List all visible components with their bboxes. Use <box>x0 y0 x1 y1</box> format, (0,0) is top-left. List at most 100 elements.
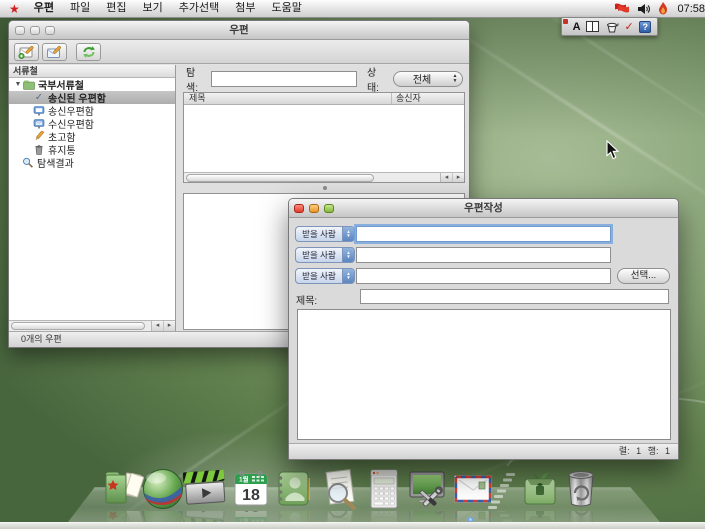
bucket-icon[interactable] <box>605 21 619 33</box>
recipient-type-dropdown[interactable]: 받을 사람 ▲▼ <box>295 247 355 263</box>
sidebar-horizontal-scrollbar[interactable]: ◂ ▸ <box>9 320 175 331</box>
menu-view[interactable]: 보기 <box>135 0 171 17</box>
folders-header: 서류철 <box>9 65 175 78</box>
status-filter-select[interactable]: 전체 ▲▼ <box>393 71 463 87</box>
folder-sidebar: 서류철 ▼ 국부서류철 ✓ 송신된 우편함 송신우편함 <box>9 65 176 331</box>
disclosure-triangle-icon[interactable]: ▼ <box>13 81 23 88</box>
recipient-input-2[interactable] <box>356 247 611 263</box>
scroll-left-arrow[interactable]: ◂ <box>441 173 452 182</box>
menu-attach[interactable]: 첨부 <box>227 0 263 17</box>
dropdown-stepper-icon: ▲▼ <box>342 269 354 283</box>
folder-icon <box>23 79 35 90</box>
dock: 1월 18 1월 18 <box>0 455 705 529</box>
calendar-icon: 1월 18 <box>228 466 274 512</box>
dock-icon-movie-player[interactable] <box>182 466 228 512</box>
svg-text:1월: 1월 <box>239 475 249 484</box>
column-subject[interactable]: 제목 <box>184 93 392 104</box>
movie-player-icon <box>182 466 228 512</box>
scroll-right-arrow[interactable]: ▸ <box>163 321 175 331</box>
tree-item-inbox[interactable]: 수신우편함 <box>9 117 175 130</box>
dock-icon-documents-folder[interactable] <box>99 466 145 512</box>
column-position-label: 렬: <box>619 446 630 456</box>
scrollbar-thumb[interactable] <box>11 322 145 330</box>
select-contact-button[interactable]: 선택... <box>617 268 670 284</box>
search-input[interactable] <box>211 71 357 87</box>
system-settings-icon <box>405 466 451 512</box>
documents-folder-icon <box>99 466 145 512</box>
check-tool-icon[interactable]: ✓ <box>624 20 633 33</box>
edit-mail-button[interactable] <box>42 43 67 61</box>
scroll-right-arrow[interactable]: ▸ <box>452 173 464 182</box>
help-icon[interactable]: ? <box>639 21 651 33</box>
trash-icon <box>558 466 604 512</box>
volume-icon[interactable] <box>637 3 651 15</box>
inbox-icon <box>33 118 45 129</box>
dock-icon-package-manager[interactable] <box>517 466 563 512</box>
dock-icon-trash[interactable] <box>558 466 604 512</box>
web-browser-icon <box>140 466 186 512</box>
address-book-icon <box>271 466 317 512</box>
menu-help[interactable]: 도움말 <box>264 0 310 17</box>
column-position-value: 1 <box>636 446 641 456</box>
dock-icon-address-book[interactable] <box>271 466 317 512</box>
recipient-input-1[interactable] <box>356 226 611 242</box>
dock-front-edge <box>0 522 705 529</box>
menu-mail[interactable]: 우편 <box>26 0 62 17</box>
menu-edit[interactable]: 편집 <box>98 0 134 17</box>
mail-titlebar[interactable]: 우편 <box>9 21 469 40</box>
tree-item-drafts[interactable]: 초고함 <box>9 130 175 143</box>
font-icon[interactable]: A <box>573 21 581 33</box>
outbox-icon <box>33 105 45 116</box>
compose-window: 우편작성 받을 사람 ▲▼ 받을 사람 ▲▼ 받을 사람 ▲▼ 선택... 제목… <box>288 198 679 460</box>
send-receive-button[interactable] <box>76 43 101 61</box>
recipient-type-label: 받을 사람 <box>296 227 342 241</box>
message-list-horizontal-scrollbar[interactable]: ◂ ▸ <box>184 172 464 182</box>
tree-item-trash[interactable]: 휴지통 <box>9 143 175 156</box>
trash-icon <box>33 144 45 155</box>
subject-label: 제목: <box>296 292 317 307</box>
dropdown-stepper-icon: ▲▼ <box>342 227 354 241</box>
flame-icon[interactable] <box>658 2 668 15</box>
scrollbar-thumb[interactable] <box>186 174 374 182</box>
package-manager-icon <box>517 466 563 512</box>
new-mail-icon <box>17 45 36 59</box>
mouse-cursor <box>606 140 620 160</box>
dock-separator <box>487 466 517 512</box>
search-label: 탐색: <box>186 64 207 94</box>
compose-titlebar[interactable]: 우편작성 <box>289 199 678 218</box>
splitter-handle[interactable] <box>323 186 327 190</box>
red-star-menu-icon[interactable]: ★ <box>9 0 20 18</box>
select-stepper: ▲▼ <box>450 74 462 84</box>
pencil-icon <box>33 131 45 142</box>
dock-icon-calendar[interactable]: 1월 18 1월 18 <box>228 466 274 512</box>
menu-options[interactable]: 추가선택 <box>171 0 227 17</box>
menu-file[interactable]: 파일 <box>62 0 98 17</box>
subject-input[interactable] <box>360 289 669 304</box>
check-icon: ✓ <box>33 92 45 103</box>
recipient-type-label: 받을 사람 <box>296 248 342 262</box>
column-sender[interactable]: 송신자 <box>392 93 464 104</box>
svg-text:18: 18 <box>242 487 260 504</box>
clock: 07:58 <box>677 3 705 15</box>
columns-icon[interactable] <box>586 21 599 32</box>
recipient-type-dropdown[interactable]: 받을 사람 ▲▼ <box>295 226 355 242</box>
message-list-header: 제목 송신자 <box>184 93 464 105</box>
scroll-left-arrow[interactable]: ◂ <box>152 321 163 331</box>
dock-separator-dashes <box>487 466 517 512</box>
message-list[interactable]: 제목 송신자 ◂ ▸ <box>183 92 465 183</box>
flag-icon[interactable] <box>613 3 630 15</box>
menu-bar: ★ 우편 파일 편집 보기 추가선택 첨부 도움말 07:58 <box>0 0 705 18</box>
recipient-input-3[interactable] <box>356 268 611 284</box>
dock-icon-web-browser[interactable] <box>140 466 186 512</box>
dock-icon-document-search[interactable] <box>317 466 363 512</box>
message-body-textarea[interactable] <box>297 309 671 440</box>
dock-icon-calculator[interactable] <box>361 466 407 512</box>
document-search-icon <box>317 466 363 512</box>
palette-close-button[interactable] <box>563 19 568 24</box>
recipient-type-dropdown[interactable]: 받을 사람 ▲▼ <box>295 268 355 284</box>
mail-window-title: 우편 <box>9 21 469 39</box>
new-mail-button[interactable] <box>14 43 39 61</box>
floating-palette: A ✓ ? <box>561 17 658 36</box>
tree-item-search-results[interactable]: 탐색결과 <box>9 156 175 169</box>
dock-icon-system-settings[interactable] <box>405 466 451 512</box>
